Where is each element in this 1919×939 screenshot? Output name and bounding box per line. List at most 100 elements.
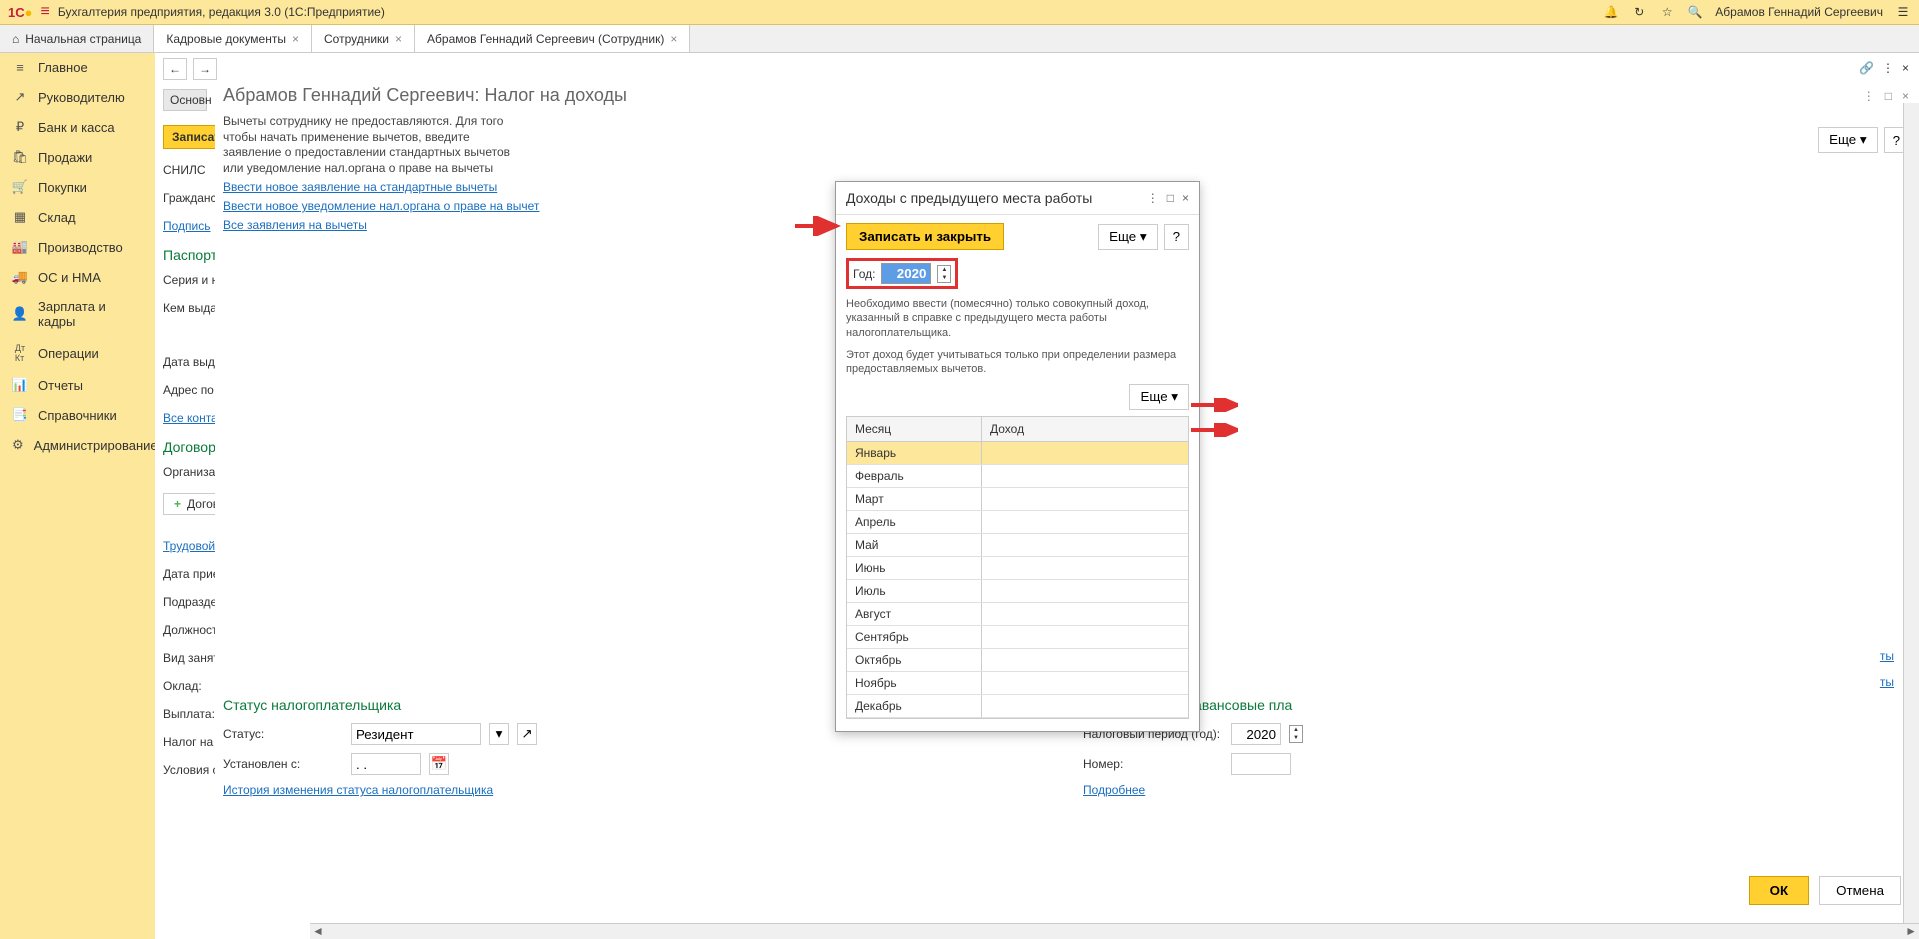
maximize-icon[interactable]: □	[1885, 89, 1892, 103]
scroll-right-icon[interactable]: ►	[1905, 924, 1917, 939]
income-cell[interactable]	[982, 672, 1188, 694]
kebab-icon[interactable]: ⋮	[1147, 191, 1159, 205]
month-row[interactable]: Январь	[847, 442, 1188, 465]
kebab-icon[interactable]: ⋮	[1882, 61, 1894, 75]
number-input[interactable]	[1231, 753, 1291, 775]
open-icon[interactable]: ↗	[517, 723, 537, 745]
bottom-scrollbar[interactable]: ◄ ►	[310, 923, 1919, 939]
right-link-1[interactable]: ты	[1880, 649, 1894, 663]
income-cell[interactable]	[982, 557, 1188, 579]
sidebar-item-operations[interactable]: ДтКтОперации	[0, 336, 155, 370]
tax-period-input[interactable]	[1231, 723, 1281, 745]
tab-employees[interactable]: Сотрудники ×	[312, 25, 415, 52]
kebab-icon[interactable]: ⋮	[1863, 89, 1875, 103]
tab-home[interactable]: ⌂ Начальная страница	[0, 25, 154, 52]
link-new-deduction[interactable]: Ввести новое заявление на стандартные вы…	[223, 180, 497, 194]
sidebar-item-production[interactable]: 🏭Производство	[0, 232, 155, 262]
more-link[interactable]: Подробнее	[1083, 783, 1145, 797]
close-icon[interactable]: ×	[670, 32, 677, 46]
hamburger-icon[interactable]: ≡	[40, 3, 49, 21]
contacts-link[interactable]: Все конта	[163, 411, 207, 425]
spinner-up-icon[interactable]: ▲	[938, 266, 950, 274]
sidebar-item-main[interactable]: ≡Главное	[0, 53, 155, 82]
nav-back[interactable]: ←	[163, 58, 187, 80]
month-row[interactable]: Март	[847, 488, 1188, 511]
calendar-icon[interactable]: 📅	[429, 753, 449, 775]
close-icon[interactable]: ×	[292, 32, 299, 46]
income-cell[interactable]	[982, 626, 1188, 648]
bell-icon[interactable]: 🔔	[1603, 4, 1619, 20]
tab-hr-docs[interactable]: Кадровые документы ×	[154, 25, 312, 52]
right-link-2[interactable]: ты	[1880, 675, 1894, 689]
sidebar-item-sales[interactable]: 🛍Продажи	[0, 142, 155, 172]
income-cell[interactable]	[982, 511, 1188, 533]
month-row[interactable]: Май	[847, 534, 1188, 557]
sidebar-item-warehouse[interactable]: ▦Склад	[0, 202, 155, 232]
right-scrollbar[interactable]	[1903, 103, 1919, 923]
income-cell[interactable]	[982, 649, 1188, 671]
dialog-save-button[interactable]: Записать и закрыть	[846, 223, 1004, 250]
ok-button[interactable]: ОК	[1749, 876, 1810, 905]
history-link[interactable]: История изменения статуса налогоплательщ…	[223, 783, 493, 797]
income-cell[interactable]	[982, 465, 1188, 487]
income-cell[interactable]	[982, 580, 1188, 602]
sidebar-item-salary[interactable]: 👤Зарплата и кадры	[0, 292, 155, 336]
income-cell[interactable]	[982, 442, 1188, 464]
month-row[interactable]: Июль	[847, 580, 1188, 603]
labor-link[interactable]: Трудовой д	[163, 539, 207, 553]
dropdown-icon[interactable]: ▾	[489, 723, 509, 745]
tab-employee-card[interactable]: Абрамов Геннадий Сергеевич (Сотрудник) ×	[415, 25, 690, 52]
dialog-help-button[interactable]: ?	[1164, 224, 1189, 250]
nav-forward[interactable]: →	[193, 58, 217, 80]
dialog-table-more-button[interactable]: Еще ▾	[1129, 384, 1189, 410]
month-row[interactable]: Ноябрь	[847, 672, 1188, 695]
dialog-more-button[interactable]: Еще ▾	[1098, 224, 1158, 250]
link-icon[interactable]: 🔗	[1859, 61, 1874, 75]
add-contract-button[interactable]: +Догов	[163, 493, 215, 515]
signature-link[interactable]: Подпись	[163, 219, 207, 233]
close-icon[interactable]: ×	[1902, 89, 1909, 103]
income-cell[interactable]	[982, 534, 1188, 556]
year-input[interactable]	[881, 263, 931, 284]
spinner-down-icon[interactable]: ▼	[1290, 734, 1302, 742]
month-row[interactable]: Февраль	[847, 465, 1188, 488]
close-icon[interactable]: ×	[1902, 61, 1909, 75]
close-icon[interactable]: ×	[395, 32, 402, 46]
month-row[interactable]: Октябрь	[847, 649, 1188, 672]
status-select[interactable]	[351, 723, 481, 745]
sidebar-item-assets[interactable]: 🚚ОС и НМА	[0, 262, 155, 292]
link-new-notification[interactable]: Ввести новое уведомление нал.органа о пр…	[223, 199, 539, 213]
star-icon[interactable]: ☆	[1659, 4, 1675, 20]
cancel-button[interactable]: Отмена	[1819, 876, 1901, 905]
tab-basic[interactable]: Основн	[163, 89, 207, 111]
year-spinner[interactable]: ▲▼	[1289, 725, 1303, 743]
truck-icon: 🚚	[12, 269, 28, 285]
month-row[interactable]: Сентябрь	[847, 626, 1188, 649]
search-icon[interactable]: 🔍	[1687, 4, 1703, 20]
maximize-icon[interactable]: □	[1167, 191, 1174, 205]
save-button[interactable]: Записат	[163, 125, 215, 149]
month-row[interactable]: Июнь	[847, 557, 1188, 580]
sidebar-item-refs[interactable]: 📑Справочники	[0, 400, 155, 430]
income-cell[interactable]	[982, 603, 1188, 625]
user-name[interactable]: Абрамов Геннадий Сергеевич	[1715, 5, 1883, 19]
scroll-left-icon[interactable]: ◄	[312, 924, 324, 939]
month-row[interactable]: Декабрь	[847, 695, 1188, 718]
sidebar-item-bank[interactable]: ₽Банк и касса	[0, 112, 155, 142]
sidebar-item-reports[interactable]: 📊Отчеты	[0, 370, 155, 400]
spinner-up-icon[interactable]: ▲	[1290, 726, 1302, 734]
year-spinner[interactable]: ▲▼	[937, 265, 951, 283]
income-cell[interactable]	[982, 488, 1188, 510]
sidebar-item-manager[interactable]: ↗Руководителю	[0, 82, 155, 112]
sidebar-item-purchases[interactable]: 🛒Покупки	[0, 172, 155, 202]
history-icon[interactable]: ↻	[1631, 4, 1647, 20]
close-icon[interactable]: ×	[1182, 191, 1189, 205]
set-from-input[interactable]	[351, 753, 421, 775]
income-cell[interactable]	[982, 695, 1188, 717]
sidebar-item-admin[interactable]: ⚙Администрирование	[0, 430, 155, 460]
month-row[interactable]: Август	[847, 603, 1188, 626]
spinner-down-icon[interactable]: ▼	[938, 274, 950, 282]
month-row[interactable]: Апрель	[847, 511, 1188, 534]
link-all-applications[interactable]: Все заявления на вычеты	[223, 218, 367, 232]
menu-icon[interactable]: ☰	[1895, 4, 1911, 20]
